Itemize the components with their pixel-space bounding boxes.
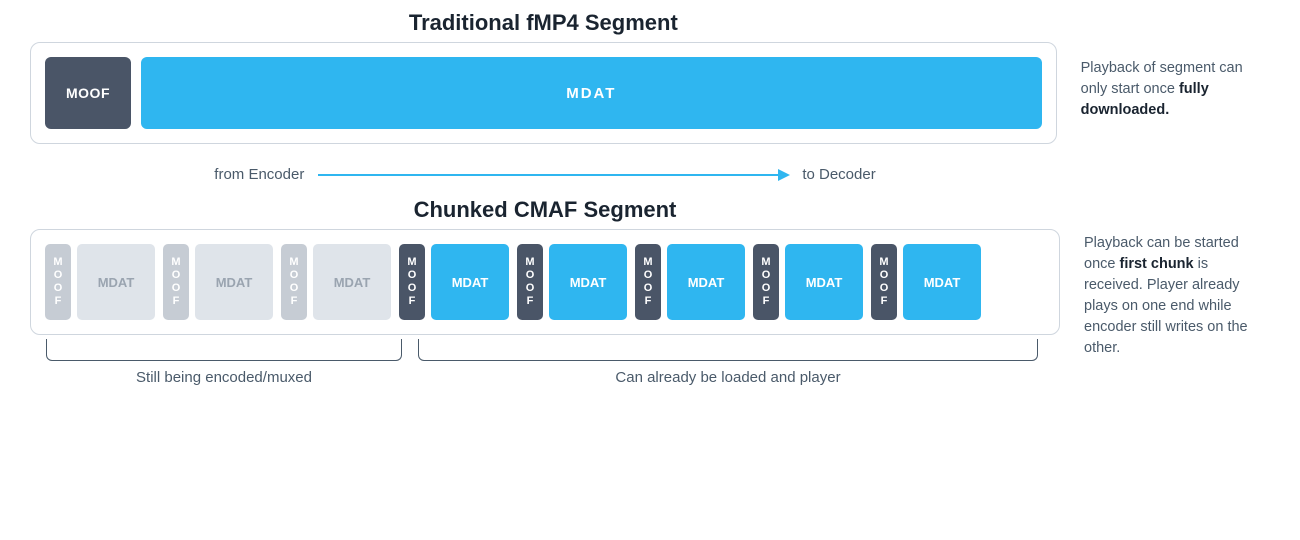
caption-bold: first chunk <box>1119 256 1193 272</box>
traditional-title: Traditional fMP4 Segment <box>30 10 1057 36</box>
caption-text: Playback of segment can only start once <box>1081 60 1243 97</box>
mdat-box: MDAT <box>195 244 273 320</box>
bracket-encoding-label: Still being encoded/muxed <box>46 369 402 386</box>
chunked-caption: Playback can be started once first chunk… <box>1084 197 1270 359</box>
chunk-pair-ready: MOOF MDAT <box>871 244 981 320</box>
chunked-title: Chunked CMAF Segment <box>30 197 1060 223</box>
moof-box: MOOF <box>871 244 897 320</box>
traditional-row: Traditional fMP4 Segment MOOF MDAT Playb… <box>30 10 1270 144</box>
mdat-box: MDAT <box>77 244 155 320</box>
bracket-encoding <box>46 339 402 361</box>
chunk-pair-ready: MOOF MDAT <box>399 244 509 320</box>
moof-box: MOOF <box>45 57 131 129</box>
mdat-box: MDAT <box>141 57 1042 129</box>
moof-box: MOOF <box>45 244 71 320</box>
bracket-ready-label: Can already be loaded and player <box>418 369 1038 386</box>
moof-box: MOOF <box>281 244 307 320</box>
flow-to-label: to Decoder <box>802 166 875 183</box>
traditional-segment-box: MOOF MDAT <box>30 42 1057 144</box>
moof-box: MOOF <box>753 244 779 320</box>
arrow-icon <box>318 174 788 176</box>
moof-box: MOOF <box>399 244 425 320</box>
chunk-pair-ready: MOOF MDAT <box>517 244 627 320</box>
bracket-row: Still being encoded/muxed Can already be… <box>30 339 1060 409</box>
chunked-segment-box: MOOF MDAT MOOF MDAT MOOF MDAT MOOF MDAT <box>30 229 1060 335</box>
chunk-pair-ready: MOOF MDAT <box>753 244 863 320</box>
moof-box: MOOF <box>635 244 661 320</box>
mdat-box: MDAT <box>667 244 745 320</box>
chunked-row: Chunked CMAF Segment MOOF MDAT MOOF MDAT… <box>30 197 1270 409</box>
chunk-pair-encoding: MOOF MDAT <box>45 244 155 320</box>
mdat-box: MDAT <box>785 244 863 320</box>
bracket-ready <box>418 339 1038 361</box>
flow-row: from Encoder to Decoder <box>30 166 1060 183</box>
chunk-pair-encoding: MOOF MDAT <box>281 244 391 320</box>
flow-from-label: from Encoder <box>214 166 304 183</box>
traditional-caption: Playback of segment can only start once … <box>1081 10 1270 121</box>
mdat-box: MDAT <box>549 244 627 320</box>
moof-box: MOOF <box>163 244 189 320</box>
mdat-box: MDAT <box>903 244 981 320</box>
mdat-box: MDAT <box>431 244 509 320</box>
chunk-pair-encoding: MOOF MDAT <box>163 244 273 320</box>
mdat-box: MDAT <box>313 244 391 320</box>
chunk-pair-ready: MOOF MDAT <box>635 244 745 320</box>
moof-box: MOOF <box>517 244 543 320</box>
